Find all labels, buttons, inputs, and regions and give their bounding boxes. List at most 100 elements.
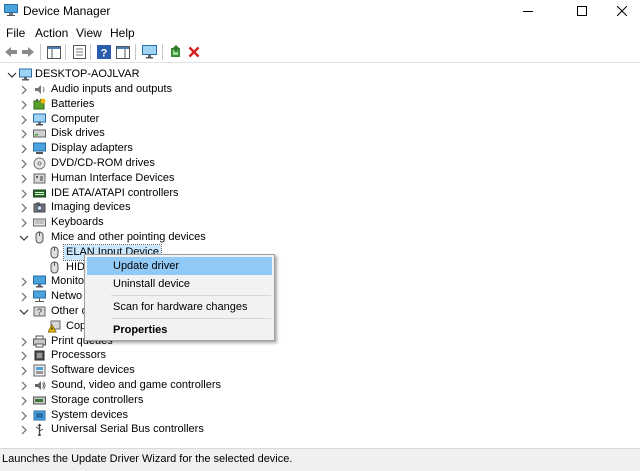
expand-chevron-icon[interactable] [19,366,29,376]
expand-chevron-icon[interactable] [19,189,29,199]
minimize-button[interactable] [505,0,551,22]
tree-item-label: Keyboards [51,216,104,229]
tree-category-item[interactable]: Mice and other pointing devices [0,230,260,245]
tree-category-item[interactable]: Processors [0,348,260,363]
tree-category-item[interactable]: Sound, video and game controllers [0,378,260,393]
tree-category-item[interactable]: DVD/CD-ROM drives [0,156,260,171]
network-icon [33,290,46,303]
tree-item-label: Mice and other pointing devices [51,231,206,243]
collapse-chevron-icon[interactable] [7,70,17,80]
uninstall-device-button[interactable] [186,44,202,60]
close-button[interactable] [603,0,640,22]
dvd-drive-icon [33,157,46,170]
forward-button[interactable] [20,44,36,60]
usb-icon [35,423,44,437]
expand-chevron-icon[interactable] [19,425,29,435]
expand-chevron-icon[interactable] [19,100,29,110]
maximize-button[interactable] [559,0,605,22]
properties-button[interactable] [71,44,87,60]
expand-chevron-icon[interactable] [19,337,29,347]
tree-item-label: Batteries [51,97,95,110]
expand-chevron-icon[interactable] [19,203,29,213]
forward-arrow-icon [22,47,34,57]
update-driver-icon [171,45,180,57]
context-separator [111,295,271,296]
expand-chevron-icon[interactable] [19,292,29,302]
expand-chevron-icon[interactable] [19,129,29,139]
software-device-icon [33,364,46,377]
tree-category-item[interactable]: Disk drives [0,126,260,141]
menu-file[interactable]: File [6,26,25,40]
tree-category-item[interactable]: Universal Serial Bus controllers [0,422,260,437]
tree-category-item[interactable]: Human Interface Devices [0,171,260,186]
tree-category-item[interactable]: Audio inputs and outputs [0,82,260,97]
menu-action[interactable]: Action [35,26,68,40]
expand-chevron-icon[interactable] [19,85,29,95]
expand-chevron-icon[interactable] [19,159,29,169]
context-uninstall-device[interactable]: Uninstall device [87,275,272,293]
tree-item-label: Computer [51,112,100,125]
tree-category-item[interactable]: Display adapters [0,141,260,156]
computer-icon [33,113,46,126]
maximize-icon [577,6,587,16]
expand-chevron-icon[interactable] [19,411,29,421]
display-adapter-icon [33,142,46,155]
tree-category-item[interactable]: Keyboards [0,215,260,230]
tree-root[interactable]: DESKTOP-AOJLVAR [0,67,200,82]
action-pane-button[interactable] [115,44,131,60]
tree-item-label: Other d [51,305,88,317]
context-properties[interactable]: Properties [87,321,272,339]
expand-chevron-icon[interactable] [19,351,29,361]
toolbar: ? [0,41,640,63]
keyboard-icon [33,218,46,227]
tree-category-item[interactable]: Imaging devices [0,200,260,215]
scan-hardware-button[interactable] [141,44,157,60]
tree-category-item[interactable]: Batteries [0,97,260,112]
expand-chevron-icon[interactable] [19,396,29,406]
tree-category-item[interactable]: Software devices [0,363,260,378]
toolbar-separator [40,44,41,60]
unknown-device-icon: ? [33,306,46,317]
context-separator [111,318,271,319]
camera-icon [33,202,46,213]
tree-category-item[interactable]: System devices [0,408,260,423]
properties-icon [72,45,86,59]
tree-item-label: Processors [51,349,107,362]
collapse-chevron-icon[interactable] [19,233,29,243]
menu-view[interactable]: View [76,26,102,40]
tree-category-item[interactable]: Storage controllers [0,393,260,408]
expand-chevron-icon[interactable] [19,218,29,228]
context-scan-hardware[interactable]: Scan for hardware changes [87,298,272,316]
action-pane-icon [116,45,130,59]
back-button[interactable] [3,44,19,60]
toolbar-separator [65,44,66,60]
mouse-icon [50,246,59,259]
tree-item-label: System devices [51,408,129,421]
collapse-chevron-icon[interactable] [19,307,29,317]
help-button[interactable]: ? [96,44,112,60]
system-device-icon [33,410,46,421]
context-update-driver[interactable]: Update driver [87,257,272,275]
expand-chevron-icon[interactable] [19,115,29,125]
show-hide-console-tree-button[interactable] [46,44,62,60]
expand-chevron-icon[interactable] [19,277,29,287]
warning-device-icon [48,320,61,333]
minimize-icon [523,11,533,12]
processor-icon [34,350,45,361]
tree-root-label: DESKTOP-AOJLVAR [35,68,140,80]
toolbar-separator [135,44,136,60]
ide-controller-icon [33,189,46,198]
title-bar: Device Manager [0,0,640,22]
svg-text:?: ? [101,48,108,60]
expand-chevron-icon[interactable] [19,144,29,154]
hid-icon [33,173,46,184]
tree-category-item[interactable]: IDE ATA/ATAPI controllers [0,186,260,201]
update-driver-button[interactable] [168,44,184,60]
toolbar-separator [162,44,163,60]
expand-chevron-icon[interactable] [19,174,29,184]
status-text: Launches the Update Driver Wizard for th… [2,453,293,465]
tree-item-label: HID [66,260,85,273]
menu-help[interactable]: Help [110,26,135,40]
expand-chevron-icon[interactable] [19,381,29,391]
tree-category-item[interactable]: Computer [0,112,260,127]
